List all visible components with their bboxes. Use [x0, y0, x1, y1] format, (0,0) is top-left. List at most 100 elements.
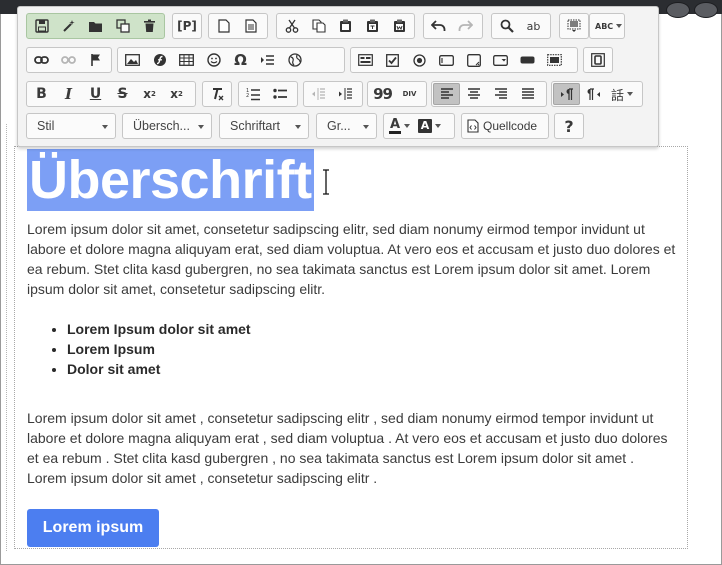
bulleted-list-button[interactable]	[267, 83, 294, 105]
superscript-button[interactable]: x2	[163, 83, 190, 105]
checkbox-button[interactable]	[379, 49, 406, 71]
align-left-icon	[440, 88, 453, 99]
text-direction-rtl-icon	[587, 87, 600, 100]
table-button[interactable]	[173, 49, 200, 71]
language-button[interactable]: 話	[607, 83, 637, 105]
chevron-down-icon	[363, 125, 369, 129]
spellcheck-group: ABC	[589, 13, 625, 39]
trash-icon	[144, 19, 155, 32]
form-button-button[interactable]	[514, 49, 541, 71]
ltr-button[interactable]	[553, 83, 580, 105]
link-button[interactable]	[28, 49, 55, 71]
background-color-button[interactable]: A	[414, 115, 445, 137]
chevron-down-icon	[435, 124, 441, 128]
unlink-button[interactable]	[55, 49, 82, 71]
size-dropdown[interactable]: Gr...	[316, 113, 377, 139]
language-icon: 話	[611, 88, 625, 104]
bullet-list[interactable]: Lorem Ipsum dolor sit amet Lorem Ipsum D…	[27, 319, 251, 379]
textfield-icon	[439, 54, 454, 66]
radio-button[interactable]	[406, 49, 433, 71]
replace-icon: ab	[526, 19, 541, 33]
special-char-button[interactable]: Ω	[227, 49, 254, 71]
format-dropdown[interactable]: Übersch...	[122, 113, 212, 139]
italic-button[interactable]: I	[55, 83, 82, 105]
chevron-down-icon	[295, 125, 301, 129]
align-right-button[interactable]	[487, 83, 514, 105]
copy-format-button[interactable]	[109, 15, 136, 37]
list-item[interactable]: Lorem Ipsum dolor sit amet	[67, 319, 251, 339]
font-dropdown[interactable]: Schriftart	[219, 113, 309, 139]
copy-button[interactable]	[305, 15, 332, 37]
replace-button[interactable]: ab	[520, 15, 547, 37]
placeholder-button[interactable]: [P]	[174, 15, 200, 37]
history-group	[423, 13, 483, 39]
list-item[interactable]: Dolor sit amet	[67, 359, 251, 379]
style-dropdown[interactable]: Stil	[26, 113, 116, 139]
source-code-button[interactable]: Quellcode	[463, 115, 541, 137]
search-icon	[500, 19, 514, 33]
paragraph[interactable]: Lorem ipsum dolor sit amet , consetetur …	[27, 408, 677, 488]
align-left-button[interactable]	[433, 83, 460, 105]
source-code-label: Quellcode	[483, 119, 538, 133]
anchor-button[interactable]	[82, 49, 109, 71]
justify-button[interactable]	[514, 83, 541, 105]
div-container-button[interactable]: DIV	[396, 83, 423, 105]
undo-button[interactable]	[425, 15, 452, 37]
flash-button[interactable]	[146, 49, 173, 71]
editor-content-area[interactable]: Überschrift Lorem ipsum dolor sit amet, …	[14, 146, 688, 549]
paste-text-button[interactable]	[359, 15, 386, 37]
textfield-button[interactable]	[433, 49, 460, 71]
select-field-icon	[493, 54, 508, 66]
image-button[interactable]	[119, 49, 146, 71]
bold-button[interactable]: B	[28, 83, 55, 105]
blank-page-icon	[217, 19, 230, 33]
open-folder-button[interactable]	[82, 15, 109, 37]
lorem-ipsum-button[interactable]: Lorem ipsum	[27, 509, 159, 547]
page-break-button[interactable]	[254, 49, 281, 71]
new-page-button[interactable]	[210, 15, 237, 37]
basic-styles-group: B I U S x2 x2	[26, 81, 196, 107]
list-item[interactable]: Lorem Ipsum	[67, 339, 251, 359]
templates-button[interactable]	[237, 15, 264, 37]
textarea-icon	[466, 53, 481, 67]
copy-icon	[311, 19, 326, 33]
spellcheck-icon: ABC	[595, 21, 614, 31]
form-group	[350, 47, 578, 73]
find-button[interactable]	[493, 15, 520, 37]
strip-decoration	[694, 2, 718, 18]
rtl-button[interactable]	[580, 83, 607, 105]
strikethrough-button[interactable]: S	[109, 83, 136, 105]
redo-button[interactable]	[452, 15, 479, 37]
remove-format-button[interactable]	[204, 83, 230, 105]
paste-button[interactable]	[332, 15, 359, 37]
image-button-button[interactable]	[541, 49, 568, 71]
help-button[interactable]: ?	[556, 115, 582, 137]
underline-button[interactable]: U	[82, 83, 109, 105]
iframe-button[interactable]	[281, 49, 308, 71]
paste-word-button[interactable]	[386, 15, 413, 37]
color-group: A A	[383, 113, 455, 139]
delete-button[interactable]	[136, 15, 163, 37]
subscript-button[interactable]: x2	[136, 83, 163, 105]
align-center-button[interactable]	[460, 83, 487, 105]
blockquote-button[interactable]: 99	[369, 83, 396, 105]
numbered-list-button[interactable]: 12	[240, 83, 267, 105]
magic-wand-button[interactable]	[55, 15, 82, 37]
textarea-button[interactable]	[460, 49, 487, 71]
undo-icon	[431, 20, 446, 31]
increase-indent-button[interactable]	[332, 83, 359, 105]
form-button[interactable]	[352, 49, 379, 71]
save-button[interactable]	[28, 15, 55, 37]
paragraph[interactable]: Lorem ipsum dolor sit amet, consetetur s…	[27, 219, 677, 299]
spellcheck-button[interactable]: ABC	[591, 15, 626, 37]
smiley-button[interactable]	[200, 49, 227, 71]
select-field-button[interactable]	[487, 49, 514, 71]
selected-heading[interactable]: Überschrift	[27, 149, 314, 211]
remove-format-icon	[212, 88, 223, 101]
select-all-button[interactable]	[561, 15, 587, 37]
cut-button[interactable]	[278, 15, 305, 37]
text-color-button[interactable]: A	[385, 115, 414, 137]
hidden-field-button[interactable]	[585, 49, 611, 71]
decrease-indent-button[interactable]	[305, 83, 332, 105]
background-color-icon: A	[418, 119, 432, 133]
